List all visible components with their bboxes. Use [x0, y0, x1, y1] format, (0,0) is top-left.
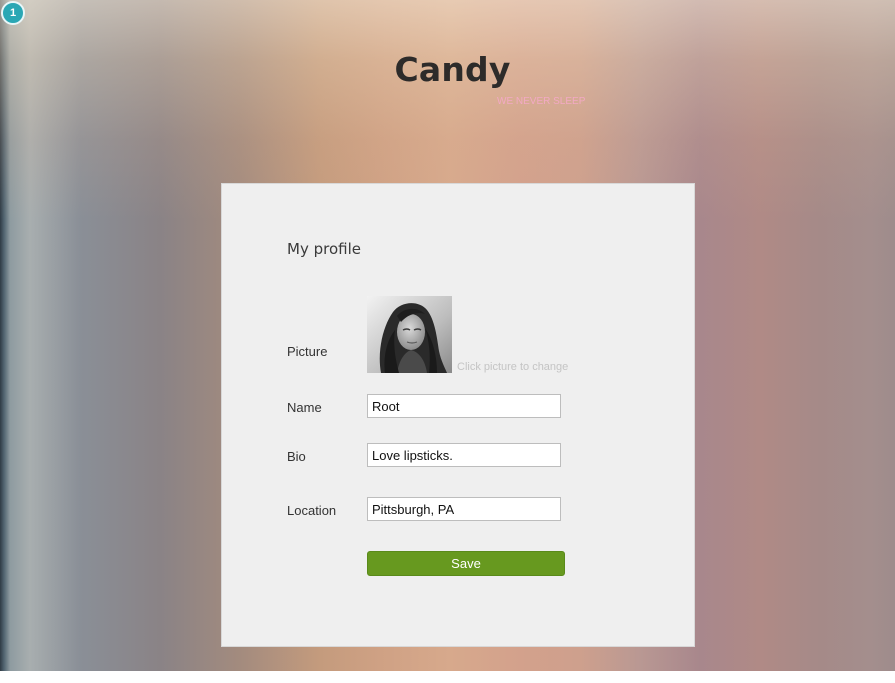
bio-input[interactable] — [367, 443, 561, 467]
site-title: Candy — [394, 50, 511, 89]
name-input[interactable] — [367, 394, 561, 418]
name-label: Name — [287, 400, 322, 415]
user-portrait-photo — [367, 296, 452, 373]
picture-hint: Click picture to change — [457, 361, 569, 373]
picture-label: Picture — [287, 344, 328, 359]
app-page: 1 Candy WE NEVER SLEEP My profile Pictur… — [0, 0, 895, 683]
location-label: Location — [287, 503, 337, 518]
profile-panel: My profile Picture Click picture to chan… — [221, 183, 695, 647]
save-button[interactable]: Save — [367, 551, 565, 576]
panel-title: My profile — [287, 240, 361, 258]
site-tagline-link[interactable]: WE NEVER SLEEP — [497, 96, 585, 107]
step-badge: 1 — [1, 1, 25, 25]
page-bottom-strip — [0, 671, 895, 683]
bio-label: Bio — [287, 449, 306, 464]
profile-picture[interactable] — [367, 296, 452, 373]
location-input[interactable] — [367, 497, 561, 521]
